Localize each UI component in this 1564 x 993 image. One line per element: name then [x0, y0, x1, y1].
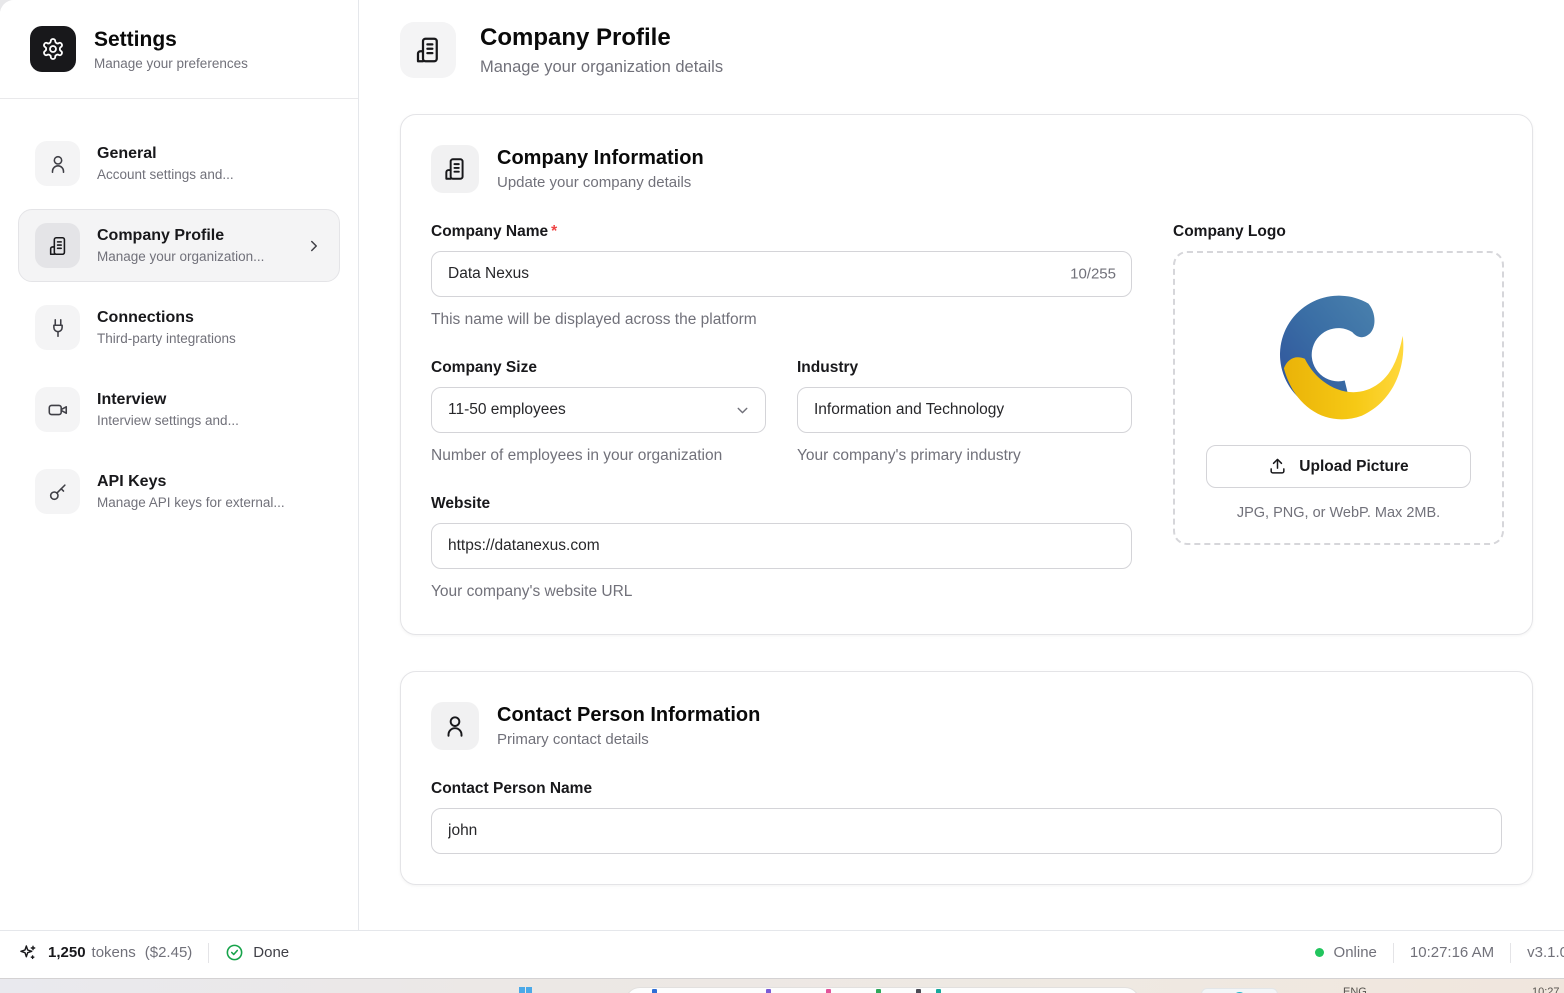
industry-label: Industry: [797, 359, 1132, 377]
upload-icon: [1268, 457, 1287, 476]
taskbar-app-icon[interactable]: [652, 989, 657, 993]
sparkles-icon: [18, 943, 38, 963]
building-icon: [35, 223, 80, 268]
logo-format-help: JPG, PNG, or WebP. Max 2MB.: [1195, 505, 1482, 521]
online-dot-icon: [1315, 948, 1324, 957]
required-asterisk: *: [551, 223, 557, 240]
sidebar-item-desc: Account settings and...: [97, 167, 234, 182]
upload-picture-button[interactable]: Upload Picture: [1206, 445, 1471, 488]
building-icon: [413, 35, 443, 65]
website-label: Website: [431, 495, 1132, 513]
company-name-help: This name will be displayed across the p…: [431, 308, 1132, 332]
website-help: Your company's website URL: [431, 580, 1132, 604]
status-done-label: Done: [253, 944, 289, 961]
taskbar-active-app[interactable]: [1201, 988, 1278, 993]
clock-time: 10:27:16 AM: [1410, 944, 1494, 961]
sidebar-item-company-profile[interactable]: Company Profile Manage your organization…: [18, 209, 340, 282]
logo-dropzone[interactable]: Upload Picture JPG, PNG, or WebP. Max 2M…: [1173, 251, 1504, 545]
contact-person-card: Contact Person Information Primary conta…: [400, 671, 1533, 885]
sidebar-item-api-keys[interactable]: API Keys Manage API keys for external...: [18, 455, 340, 528]
company-information-card: Company Information Update your company …: [400, 114, 1533, 635]
sidebar-item-label: General: [97, 145, 234, 163]
company-name-label: Company Name*: [431, 223, 1132, 241]
industry-input[interactable]: [797, 387, 1132, 433]
app-window: Settings Manage your preferences General…: [0, 0, 1564, 930]
company-size-value: 11-50 employees: [448, 401, 566, 419]
check-circle-icon: [225, 943, 244, 962]
sidebar-item-connections[interactable]: Connections Third-party integrations: [18, 291, 340, 364]
sidebar-subtitle: Manage your preferences: [94, 56, 248, 71]
company-profile-icon-box: [400, 22, 456, 78]
sidebar-item-interview[interactable]: Interview Interview settings and...: [18, 373, 340, 446]
taskbar-search-input[interactable]: [625, 987, 1140, 993]
token-count: 1,250: [48, 944, 86, 961]
chevron-right-icon: [305, 237, 323, 255]
main-content: Company Profile Manage your organization…: [359, 0, 1564, 930]
industry-help: Your company's primary industry: [797, 444, 1132, 468]
card-title: Contact Person Information: [497, 704, 760, 727]
taskbar-language[interactable]: ENG: [1343, 986, 1367, 993]
card-subtitle: Primary contact details: [497, 731, 760, 748]
windows-logo-icon[interactable]: [519, 987, 533, 993]
taskbar-app-icon[interactable]: [766, 989, 771, 993]
taskbar-app-icon[interactable]: [826, 989, 831, 993]
token-cost: ($2.45): [145, 944, 193, 961]
taskbar-clock[interactable]: 10:27: [1532, 986, 1560, 993]
contact-person-name-input[interactable]: [431, 808, 1502, 854]
company-size-help: Number of employees in your organization: [431, 444, 766, 468]
character-counter: 10/255: [1070, 266, 1116, 283]
status-bar: 1,250 tokens ($2.45) Done Online 10:27:1…: [0, 930, 1564, 974]
sidebar-item-desc: Interview settings and...: [97, 413, 239, 428]
os-taskbar: ENG 10:27: [0, 974, 1564, 993]
chevron-down-icon: [734, 402, 751, 419]
settings-sidebar: Settings Manage your preferences General…: [0, 0, 359, 930]
divider: [208, 943, 209, 963]
sidebar-item-general[interactable]: General Account settings and...: [18, 127, 340, 200]
sidebar-title: Settings: [94, 28, 248, 52]
taskbar-app-icon[interactable]: [936, 989, 941, 993]
company-information-card-header: Company Information Update your company …: [431, 145, 1502, 193]
plug-icon: [35, 305, 80, 350]
sidebar-item-desc: Manage API keys for external...: [97, 495, 285, 510]
settings-icon-box: [30, 26, 76, 72]
company-name-input[interactable]: [431, 251, 1132, 297]
user-icon: [431, 702, 479, 750]
key-icon: [35, 469, 80, 514]
version-label: v3.1.0: [1527, 944, 1564, 961]
website-input[interactable]: [431, 523, 1132, 569]
sidebar-item-label: Connections: [97, 309, 236, 327]
video-camera-icon: [35, 387, 80, 432]
building-icon: [431, 145, 479, 193]
gear-icon: [41, 37, 65, 61]
page-subtitle: Manage your organization details: [480, 58, 723, 77]
company-size-select[interactable]: 11-50 employees: [431, 387, 766, 433]
company-size-label: Company Size: [431, 359, 766, 377]
divider: [1393, 943, 1394, 963]
sidebar-item-label: Interview: [97, 391, 239, 409]
token-unit: tokens: [92, 944, 136, 961]
sidebar-item-label: Company Profile: [97, 227, 264, 245]
page-title: Company Profile: [480, 24, 723, 52]
taskbar-app-icon[interactable]: [876, 989, 881, 993]
card-subtitle: Update your company details: [497, 174, 704, 191]
contact-person-name-label: Contact Person Name: [431, 780, 1502, 798]
sidebar-header: Settings Manage your preferences: [0, 0, 358, 99]
sidebar-item-label: API Keys: [97, 473, 285, 491]
taskbar-app-icon[interactable]: [916, 989, 921, 993]
sidebar-item-desc: Third-party integrations: [97, 331, 236, 346]
contact-person-card-header: Contact Person Information Primary conta…: [431, 702, 1502, 750]
settings-nav: General Account settings and... Company …: [0, 99, 358, 565]
card-title: Company Information: [497, 147, 704, 170]
sidebar-item-desc: Manage your organization...: [97, 249, 264, 264]
company-logo-label: Company Logo: [1173, 223, 1504, 241]
online-label: Online: [1334, 944, 1377, 961]
screen: Settings Manage your preferences General…: [0, 0, 1564, 993]
user-icon: [35, 141, 80, 186]
divider: [1510, 943, 1511, 963]
company-logo-image: [1195, 277, 1482, 429]
page-header: Company Profile Manage your organization…: [359, 0, 1564, 78]
taskbar-strip: ENG 10:27: [0, 978, 1564, 993]
